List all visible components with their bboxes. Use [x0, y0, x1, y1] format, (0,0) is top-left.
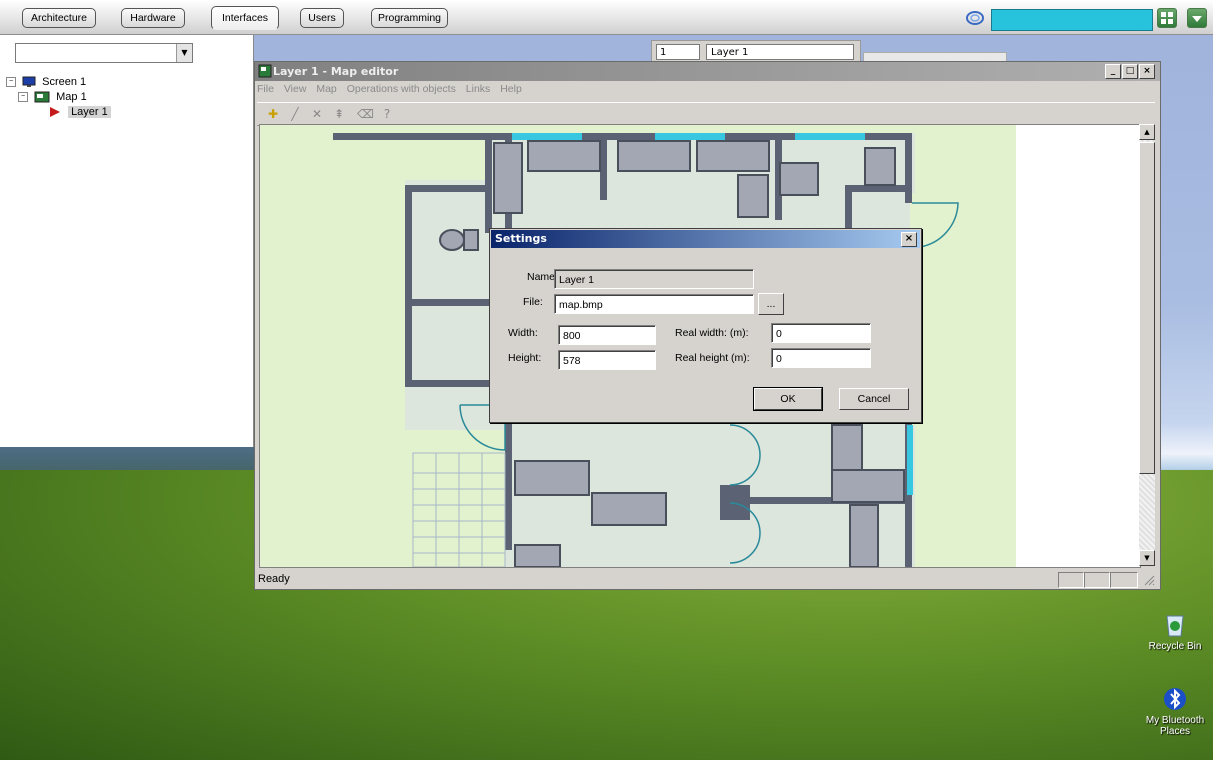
name-field[interactable]: Layer 1	[554, 269, 754, 289]
dropdown-menu-button[interactable]	[1187, 8, 1207, 28]
real-height-label: Real height (m):	[675, 352, 750, 364]
desktop-icon-label: My Bluetooth Places	[1145, 715, 1205, 737]
search-bar[interactable]	[991, 9, 1153, 31]
height-label: Height:	[508, 352, 542, 364]
name-label: Name	[527, 271, 556, 283]
map-icon	[34, 91, 50, 103]
chevron-down-icon[interactable]: ▼	[176, 44, 192, 62]
desktop-icon-label: Recycle Bin	[1148, 641, 1202, 652]
tree-node-label: Layer 1	[68, 106, 111, 118]
menu-file[interactable]: File	[257, 83, 274, 95]
layout-grid-button[interactable]	[1157, 8, 1177, 28]
menu-bar: File View Map Operations with objects Li…	[257, 83, 529, 99]
grid-icon	[1161, 12, 1173, 24]
scroll-up-arrow-icon[interactable]: ▲	[1139, 124, 1155, 140]
collapse-icon[interactable]: −	[18, 92, 28, 103]
map-editor-app-icon	[258, 64, 272, 78]
ok-button[interactable]: OK	[753, 387, 823, 411]
status-pane	[1084, 572, 1110, 588]
settings-dialog: Settings × Name Layer 1 File: map.bmp ..…	[489, 228, 922, 423]
file-label: File:	[523, 296, 543, 308]
bluetooth-icon	[1164, 688, 1186, 710]
help-icon[interactable]: ?	[379, 106, 395, 122]
monitor-icon	[22, 76, 36, 88]
status-pane	[1058, 572, 1084, 588]
menu-view[interactable]: View	[284, 83, 307, 95]
status-pane	[1110, 572, 1138, 588]
desktop-icon-bluetooth[interactable]: My Bluetooth Places	[1141, 686, 1209, 737]
eraser-icon[interactable]: ⌫	[357, 106, 374, 122]
menu-links[interactable]: Links	[466, 83, 491, 95]
settings-titlebar[interactable]: Settings ×	[491, 230, 920, 248]
file-field[interactable]: map.bmp	[554, 294, 754, 314]
collapse-icon[interactable]: −	[6, 77, 16, 88]
menu-operations[interactable]: Operations with objects	[347, 83, 456, 95]
tab-architecture[interactable]: Architecture	[22, 8, 96, 28]
tree-node-label: Map 1	[56, 91, 87, 103]
close-button[interactable]: ×	[901, 232, 917, 247]
add-object-icon[interactable]: ✚	[265, 106, 281, 122]
cancel-button[interactable]: Cancel	[839, 388, 909, 410]
scroll-thumb[interactable]	[1139, 142, 1155, 474]
tab-hardware[interactable]: Hardware	[121, 8, 185, 28]
layer-name-field[interactable]: Layer 1	[706, 44, 854, 60]
tree-filter-combobox[interactable]: ▼	[15, 43, 193, 63]
object-tree-panel: ▼ − Screen 1 − Map 1 Layer 1	[0, 35, 254, 447]
status-text: Ready	[258, 573, 290, 585]
recycle-bin-icon	[1166, 615, 1184, 637]
swirl-logo-icon[interactable]	[965, 9, 985, 27]
status-bar: Ready	[255, 569, 1160, 589]
dialog-title: Settings	[495, 232, 547, 245]
real-height-field[interactable]: 0	[771, 348, 871, 368]
tree-node-layer[interactable]: Layer 1	[48, 105, 111, 119]
maximize-button[interactable]: □	[1122, 64, 1138, 79]
height-field[interactable]: 578	[558, 350, 656, 370]
delete-icon[interactable]: ✕	[309, 106, 325, 122]
menu-help[interactable]: Help	[500, 83, 522, 95]
chevron-down-icon	[1192, 16, 1202, 22]
map-editor-titlebar[interactable]: Layer 1 - Map editor _ □ ×	[255, 62, 1160, 81]
width-label: Width:	[508, 327, 538, 339]
tree-node-screen[interactable]: − Screen 1	[6, 75, 86, 89]
browse-button[interactable]: ...	[758, 293, 784, 315]
tab-users[interactable]: Users	[300, 8, 344, 28]
desktop-icon-recycle-bin[interactable]: Recycle Bin	[1143, 612, 1207, 652]
layer-number-field[interactable]: 1	[656, 44, 700, 60]
draw-line-icon[interactable]: ╱	[287, 106, 303, 122]
resize-grip-icon[interactable]	[1143, 574, 1155, 586]
vertical-scrollbar[interactable]: ▲ ▼	[1139, 124, 1155, 566]
menu-map[interactable]: Map	[316, 83, 336, 95]
layer-icon	[50, 107, 60, 118]
tree-node-map[interactable]: − Map 1	[18, 90, 87, 104]
tab-programming[interactable]: Programming	[371, 8, 448, 28]
top-navigation-bar: Architecture Hardware Interfaces Users P…	[0, 0, 1213, 35]
minimize-button[interactable]: _	[1105, 64, 1121, 79]
tab-interfaces[interactable]: Interfaces	[211, 6, 279, 30]
width-field[interactable]: 800	[558, 325, 656, 345]
scroll-down-arrow-icon[interactable]: ▼	[1139, 550, 1155, 566]
close-button[interactable]: ×	[1139, 64, 1155, 79]
link-icon[interactable]: ⇞	[331, 106, 347, 122]
window-title: Layer 1 - Map editor	[273, 65, 399, 78]
tree-node-label: Screen 1	[42, 76, 87, 88]
map-toolbar: ✚ ╱ ✕ ⇞ ⌫ ?	[257, 102, 1155, 126]
real-width-field[interactable]: 0	[771, 323, 871, 343]
real-width-label: Real width: (m):	[675, 327, 749, 339]
